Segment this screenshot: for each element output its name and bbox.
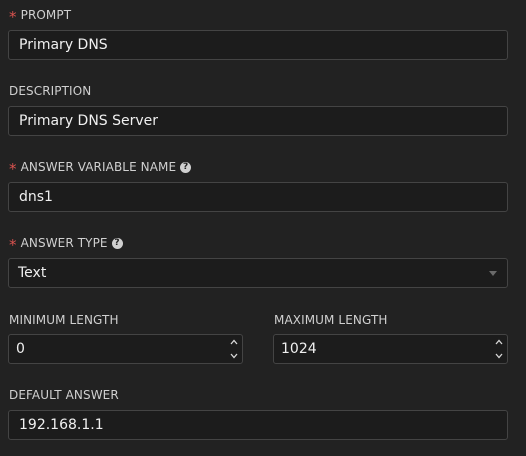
answer-type-label: * ANSWER TYPE ? bbox=[9, 236, 123, 254]
prompt-label: * PROMPT bbox=[9, 8, 72, 26]
number-spinner bbox=[228, 336, 240, 362]
minimum-length-label: MINIMUM LENGTH bbox=[9, 313, 119, 327]
decrement-arrow-icon[interactable] bbox=[493, 350, 505, 362]
increment-arrow-icon[interactable] bbox=[493, 336, 505, 348]
default-answer-input[interactable]: 192.168.1.1 bbox=[8, 410, 508, 440]
answer-type-label-text: ANSWER TYPE bbox=[20, 236, 108, 250]
answer-type-select[interactable]: Text bbox=[8, 258, 508, 288]
prompt-value: Primary DNS bbox=[19, 37, 108, 53]
question-circle-icon[interactable]: ? bbox=[180, 161, 192, 173]
answer-type-value: Text bbox=[18, 265, 47, 281]
required-asterisk: * bbox=[9, 160, 17, 178]
answer-variable-name-label-text: ANSWER VARIABLE NAME bbox=[20, 160, 177, 174]
default-answer-label: DEFAULT ANSWER bbox=[9, 388, 119, 402]
minimum-length-input[interactable]: 0 bbox=[8, 334, 243, 364]
default-answer-value: 192.168.1.1 bbox=[19, 417, 104, 433]
survey-question-form: * PROMPT Primary DNS DESCRIPTION Primary… bbox=[0, 0, 526, 456]
answer-variable-name-value: dns1 bbox=[19, 189, 53, 205]
prompt-label-text: PROMPT bbox=[20, 8, 72, 22]
chevron-down-icon bbox=[489, 271, 497, 276]
maximum-length-value: 1024 bbox=[281, 341, 317, 357]
maximum-length-input[interactable]: 1024 bbox=[273, 334, 508, 364]
maximum-length-label-text: MAXIMUM LENGTH bbox=[274, 313, 388, 327]
required-asterisk: * bbox=[9, 8, 17, 26]
answer-variable-name-input[interactable]: dns1 bbox=[8, 182, 508, 212]
maximum-length-label: MAXIMUM LENGTH bbox=[274, 313, 388, 327]
minimum-length-value: 0 bbox=[16, 341, 25, 357]
answer-variable-name-label: * ANSWER VARIABLE NAME ? bbox=[9, 160, 192, 178]
description-label-text: DESCRIPTION bbox=[9, 84, 92, 98]
increment-arrow-icon[interactable] bbox=[228, 336, 240, 348]
minimum-length-label-text: MINIMUM LENGTH bbox=[9, 313, 119, 327]
number-spinner bbox=[493, 336, 505, 362]
decrement-arrow-icon[interactable] bbox=[228, 350, 240, 362]
description-input[interactable]: Primary DNS Server bbox=[8, 106, 508, 136]
description-value: Primary DNS Server bbox=[19, 113, 159, 129]
default-answer-label-text: DEFAULT ANSWER bbox=[9, 388, 119, 402]
required-asterisk: * bbox=[9, 236, 17, 254]
description-label: DESCRIPTION bbox=[9, 84, 91, 98]
prompt-input[interactable]: Primary DNS bbox=[8, 30, 508, 60]
question-circle-icon[interactable]: ? bbox=[111, 237, 123, 249]
